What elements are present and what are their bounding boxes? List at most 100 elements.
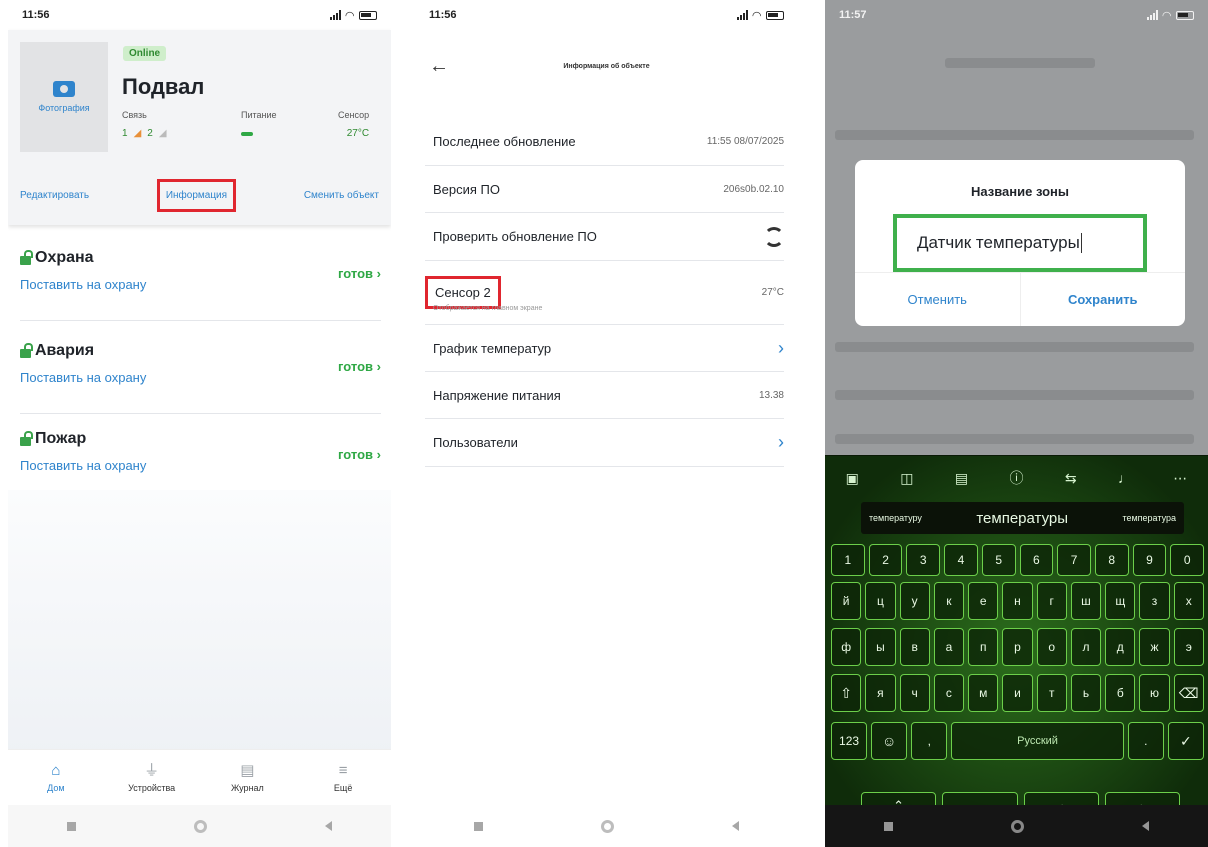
tab-home[interactable]: ⌂ Дом [21,762,91,793]
shift-key[interactable]: ⇧ [831,674,862,712]
temperature-chart-row[interactable]: График температур › [425,325,784,372]
arm-link[interactable]: Поставить на охрану [20,458,146,473]
comma-key[interactable]: , [911,722,948,760]
document-icon: ▤ [240,761,255,779]
arm-link[interactable]: Поставить на охрану [20,277,146,292]
key[interactable]: з [1139,582,1170,620]
refresh-icon[interactable] [764,226,784,247]
key[interactable]: и [1002,674,1033,712]
info-link[interactable]: Информация [156,178,237,212]
key[interactable]: б [1105,674,1136,712]
key[interactable]: 3 [906,544,941,576]
key[interactable]: х [1173,582,1204,620]
key[interactable]: й [831,582,862,620]
microphone-icon[interactable]: ♩ [1118,470,1132,486]
chevron-right-icon: › [778,432,784,452]
suggestion[interactable]: температура [1122,513,1176,523]
space-key[interactable]: Русский [951,722,1124,760]
key[interactable]: ь [1070,674,1102,712]
key[interactable]: ц [865,582,896,620]
recents-button[interactable] [884,821,893,831]
period-key[interactable]: . [1127,722,1164,760]
key[interactable]: ы [865,628,896,666]
numbers-key[interactable]: 123 [831,722,868,760]
key[interactable]: ш [1070,582,1102,620]
key[interactable]: 4 [944,544,978,576]
photo-label: Фотография [38,103,90,113]
key[interactable]: 8 [1094,544,1129,576]
key[interactable]: п [968,628,999,666]
translate-icon[interactable]: ⇆ [1065,470,1077,487]
home-button[interactable] [1011,819,1024,833]
more-icon[interactable]: ⋯ [1173,470,1187,487]
sensor-row[interactable]: Сенсор 2 Отображается на главном экране … [425,261,784,325]
enter-check-icon[interactable]: ✓ [1167,722,1204,760]
key[interactable]: е [968,582,999,620]
key[interactable]: р [1002,628,1033,666]
dimmed-title [945,58,1095,68]
zone-item-fire[interactable]: Пожар Поставить на охрану готов › [20,414,381,502]
key[interactable]: 9 [1132,544,1167,576]
tab-devices[interactable]: ⏚ Устройства [117,762,187,793]
tab-journal[interactable]: ▤ Журнал [212,761,282,793]
key[interactable]: э [1173,628,1204,666]
key[interactable]: щ [1105,582,1136,620]
backspace-key[interactable]: ⌫ [1173,674,1204,712]
back-button[interactable] [325,821,332,831]
key[interactable]: с [933,674,965,712]
key[interactable]: 6 [1019,544,1054,576]
zone-item-alarm[interactable]: Авария Поставить на охрану готов › [20,326,381,414]
key[interactable]: к [933,582,965,620]
key[interactable]: о [1036,628,1067,666]
key[interactable]: н [1002,582,1033,620]
check-update-row[interactable]: Проверить обновление ПО [425,213,784,261]
link-column: Связь 1 ◢ 2 ◢ [122,110,167,139]
key[interactable]: м [968,674,999,712]
key[interactable]: г [1036,582,1067,620]
sticker-icon[interactable]: ◫ [900,470,913,487]
bottom-tab-bar: ⌂ Дом ⏚ Устройства ▤ Журнал ≡ Ещё [8,749,391,805]
key[interactable]: 2 [868,544,903,576]
photo-button[interactable]: Фотография [20,42,108,152]
key[interactable]: л [1070,628,1102,666]
recents-button[interactable] [67,821,76,831]
home-button[interactable] [601,819,614,833]
key[interactable]: у [899,582,930,620]
key[interactable]: ф [831,628,862,666]
emoji-key[interactable]: ☺ [871,722,908,760]
users-row[interactable]: Пользователи › [425,419,784,467]
suggestion[interactable]: температуры [976,510,1068,527]
save-button[interactable]: Сохранить [1019,273,1186,326]
cancel-button[interactable]: Отменить [855,273,1020,326]
key[interactable]: 1 [831,544,865,576]
link-1-value: 1 [122,128,128,139]
key[interactable]: 5 [981,544,1016,576]
key[interactable]: д [1105,628,1136,666]
key[interactable]: ж [1139,628,1170,666]
row-label: Версия ПО [433,181,500,197]
recents-button[interactable] [474,821,483,831]
suggestion[interactable]: температуру [869,513,922,523]
tab-more[interactable]: ≡ Ещё [308,762,378,793]
clipboard-icon[interactable]: ▤ [955,470,968,487]
info-icon[interactable]: ⓘ [1009,468,1023,488]
key[interactable]: я [865,674,896,712]
arm-link[interactable]: Поставить на охрану [20,370,146,385]
key[interactable]: в [899,628,930,666]
chevron-right-icon: › [778,337,784,358]
key[interactable]: ю [1139,674,1170,712]
key[interactable]: 7 [1057,544,1091,576]
key[interactable]: ч [899,674,930,712]
key[interactable]: 0 [1170,544,1205,576]
back-button[interactable] [732,821,739,831]
back-button[interactable] [1142,821,1149,831]
gif-icon[interactable]: ▣ [846,470,859,487]
change-object-link[interactable]: Сменить объект [304,190,379,201]
home-button[interactable] [194,819,207,833]
edit-link[interactable]: Редактировать [20,190,89,201]
sensor-value: 27°C [346,128,370,139]
key[interactable]: т [1036,674,1067,712]
zone-item-guard[interactable]: Охрана Поставить на охрану готов › [20,233,381,321]
key[interactable]: а [933,628,965,666]
zone-name-input[interactable]: Датчик температуры [893,214,1147,272]
